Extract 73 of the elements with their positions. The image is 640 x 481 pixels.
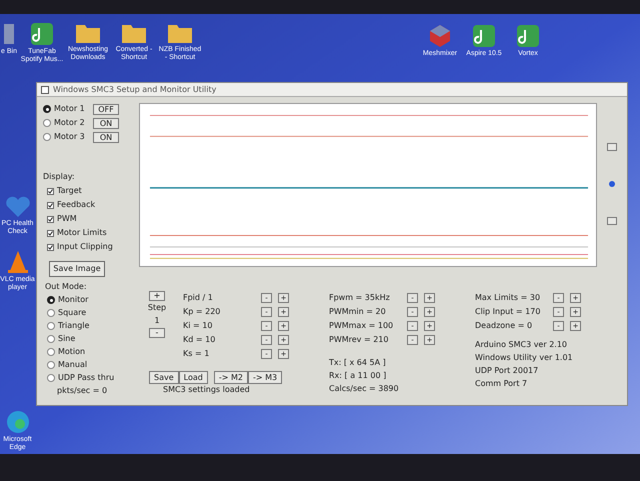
parameter-label: Fpid / 1 xyxy=(183,292,214,304)
save-button[interactable]: Save xyxy=(149,371,179,384)
checkbox[interactable] xyxy=(47,230,54,236)
radio-label: Square xyxy=(58,307,86,319)
motor-toggle-button[interactable]: OFF xyxy=(93,104,119,114)
section-label: Out Mode: xyxy=(45,281,88,293)
radio-label: UDP Pass thru xyxy=(58,372,114,384)
radio-button[interactable] xyxy=(43,119,51,127)
checkbox[interactable] xyxy=(47,188,54,194)
step-label: Step xyxy=(148,302,166,314)
parameter-label: Max Limits = 30 xyxy=(475,292,542,304)
step-value: 1 xyxy=(154,315,160,327)
slider-thumb-icon[interactable] xyxy=(609,181,615,187)
packet-rate-text: pkts/sec = 0 xyxy=(56,385,108,397)
checkbox[interactable] xyxy=(47,216,54,222)
parameter-label: PWMmax = 100 xyxy=(329,320,394,332)
radio-label: Triangle xyxy=(58,320,90,332)
window-title: Windows SMC3 Setup and Monitor Utility xyxy=(53,84,216,96)
radio-button[interactable] xyxy=(47,348,55,356)
radio-button[interactable] xyxy=(47,296,55,304)
checkbox-label: Motor Limits xyxy=(57,227,107,239)
radio-button[interactable] xyxy=(47,309,55,317)
info-text: UDP Port 20017 xyxy=(475,365,540,377)
slider-button[interactable] xyxy=(607,143,617,151)
parameter-label: PWMmin = 20 xyxy=(329,306,387,318)
comms-text: Rx: [ a 11 00 ] xyxy=(329,370,388,382)
radio-label: Motion xyxy=(58,346,86,358)
slider-button[interactable] xyxy=(607,217,617,225)
radio-button[interactable] xyxy=(47,322,55,330)
parameter-label: Ki = 10 xyxy=(183,320,214,332)
info-text: Comm Port 7 xyxy=(475,378,528,390)
radio-button[interactable] xyxy=(47,361,55,369)
status-text: SMC3 settings loaded xyxy=(163,384,251,396)
radio-label: Monitor xyxy=(58,294,88,306)
parameter-label: Kp = 220 xyxy=(183,306,222,318)
load-button[interactable]: Load xyxy=(178,371,208,384)
radio-button[interactable] xyxy=(47,374,55,382)
comms-text: Tx: [ x 64 5A ] xyxy=(329,357,387,369)
comms-text: Calcs/sec = 3890 xyxy=(329,383,400,395)
checkbox[interactable] xyxy=(47,202,54,208)
swirl-icon xyxy=(6,410,30,434)
copy-to-m2-button[interactable]: -> M2 xyxy=(214,371,248,384)
radio-button[interactable] xyxy=(43,133,51,141)
info-text: Arduino SMC3 ver 2.10 xyxy=(475,339,568,351)
cone-icon xyxy=(6,250,28,274)
radio-label: Motor 2 xyxy=(54,117,86,129)
section-label: Display: xyxy=(43,171,76,183)
step-up-button[interactable]: + xyxy=(149,291,165,301)
radio-button[interactable] xyxy=(43,105,51,113)
checkbox[interactable] xyxy=(47,244,54,250)
parameter-label: PWMrev = 210 xyxy=(329,334,390,346)
heart-icon xyxy=(4,196,30,218)
checkbox-label: Input Clipping xyxy=(57,241,113,253)
checkbox-label: Target xyxy=(57,185,82,197)
radio-label: Motor 3 xyxy=(54,131,86,143)
radio-label: Motor 1 xyxy=(54,103,86,115)
info-text: Windows Utility ver 1.01 xyxy=(475,352,574,364)
checkbox-label: Feedback xyxy=(57,199,96,211)
save-image-button[interactable]: Save Image xyxy=(49,261,105,277)
parameter-label: Fpwm = 35kHz xyxy=(329,292,391,304)
parameter-label: Ks = 1 xyxy=(183,348,210,360)
parameter-label: Deadzone = 0 xyxy=(475,320,534,332)
cube-icon xyxy=(428,24,452,48)
motor-toggle-button[interactable]: ON xyxy=(93,132,119,142)
parameter-label: Kd = 10 xyxy=(183,334,216,346)
checkbox-label: PWM xyxy=(57,213,77,225)
radio-label: Manual xyxy=(58,359,88,371)
radio-label: Sine xyxy=(58,333,76,345)
step-down-button[interactable]: - xyxy=(149,328,165,338)
motor-toggle-button[interactable]: ON xyxy=(93,118,119,128)
radio-button[interactable] xyxy=(47,335,55,343)
copy-to-m3-button[interactable]: -> M3 xyxy=(248,371,282,384)
parameter-label: Clip Input = 170 xyxy=(475,306,542,318)
